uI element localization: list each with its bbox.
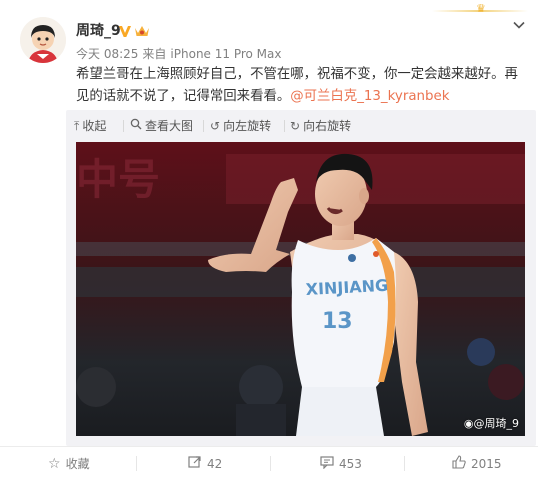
favorite-button[interactable]: ☆ 收藏 [48, 447, 90, 479]
repost-icon [188, 455, 202, 473]
verified-icon [119, 26, 131, 37]
repost-button[interactable]: 42 [188, 447, 222, 479]
comment-button[interactable]: 453 [320, 447, 362, 479]
photo-watermark: ◉@周琦_9 [464, 415, 519, 431]
author-name[interactable]: 周琦_9 [76, 22, 121, 40]
post-meta: 今天 08:25 来自 iPhone 11 Pro Max [76, 46, 286, 62]
like-button[interactable]: 2015 [452, 447, 502, 479]
toolbar-divider [284, 120, 285, 132]
collapse-icon: ⤒ [74, 119, 80, 133]
view-large-button[interactable]: 查看大图 [130, 117, 193, 135]
rotate-right-icon: ↻ [290, 119, 301, 133]
comment-count: 453 [339, 456, 362, 471]
post-source[interactable]: iPhone 11 Pro Max [170, 47, 281, 61]
jersey-number: 13 [322, 309, 353, 334]
watermark-text: @周琦_9 [473, 417, 520, 430]
like-count: 2015 [471, 456, 502, 471]
collapse-label: 收起 [82, 119, 107, 133]
post-content: 希望兰哥在上海照顾好自己，不管在哪，祝福不变，你一定会越来越好。再见的话就不说了… [76, 64, 526, 108]
action-divider [136, 456, 137, 471]
rotate-right-label: 向右旋转 [303, 119, 352, 133]
rotate-left-label: 向左旋转 [223, 119, 272, 133]
like-icon [452, 454, 466, 473]
post-photo[interactable]: 中号 XINJIANG 13 ◉@周琦_9 [76, 142, 525, 436]
repost-count: 42 [207, 456, 223, 471]
rotate-right-button[interactable]: ↻ 向右旋转 [290, 117, 351, 135]
mention-link[interactable]: @可兰白克_13_kyranbek [290, 89, 449, 104]
source-prefix: 来自 [142, 47, 167, 61]
action-bar: ☆ 收藏 42 453 2015 [0, 446, 538, 479]
chevron-down-icon[interactable] [512, 18, 526, 32]
action-divider [404, 456, 405, 471]
collapse-button[interactable]: ⤒ 收起 [74, 117, 106, 135]
rotate-left-button[interactable]: ↺ 向左旋转 [210, 117, 271, 135]
view-large-label: 查看大图 [145, 119, 194, 133]
favorite-label: 收藏 [65, 457, 90, 471]
rotate-left-icon: ↺ [210, 119, 221, 133]
post-time[interactable]: 今天 08:25 [76, 47, 138, 61]
basketball-player-photo: 中号 XINJIANG 13 [76, 142, 525, 436]
svip-icon[interactable] [134, 24, 150, 38]
weibo-logo-icon: ◉ [463, 417, 474, 430]
zoom-icon [130, 117, 142, 135]
crown-icon: ♛ [476, 2, 486, 15]
action-divider [270, 456, 271, 471]
toolbar-divider [123, 120, 124, 132]
toolbar-divider [203, 120, 204, 132]
weibo-post-card: ♛ 周琦_9 今天 08:25 来自 iPhone 11 Pro Max 希望兰哥在… [0, 0, 538, 479]
comment-icon [320, 455, 334, 473]
avatar[interactable] [20, 17, 66, 63]
svg-text:中号: 中号 [76, 155, 160, 204]
favorite-icon: ☆ [48, 455, 61, 472]
